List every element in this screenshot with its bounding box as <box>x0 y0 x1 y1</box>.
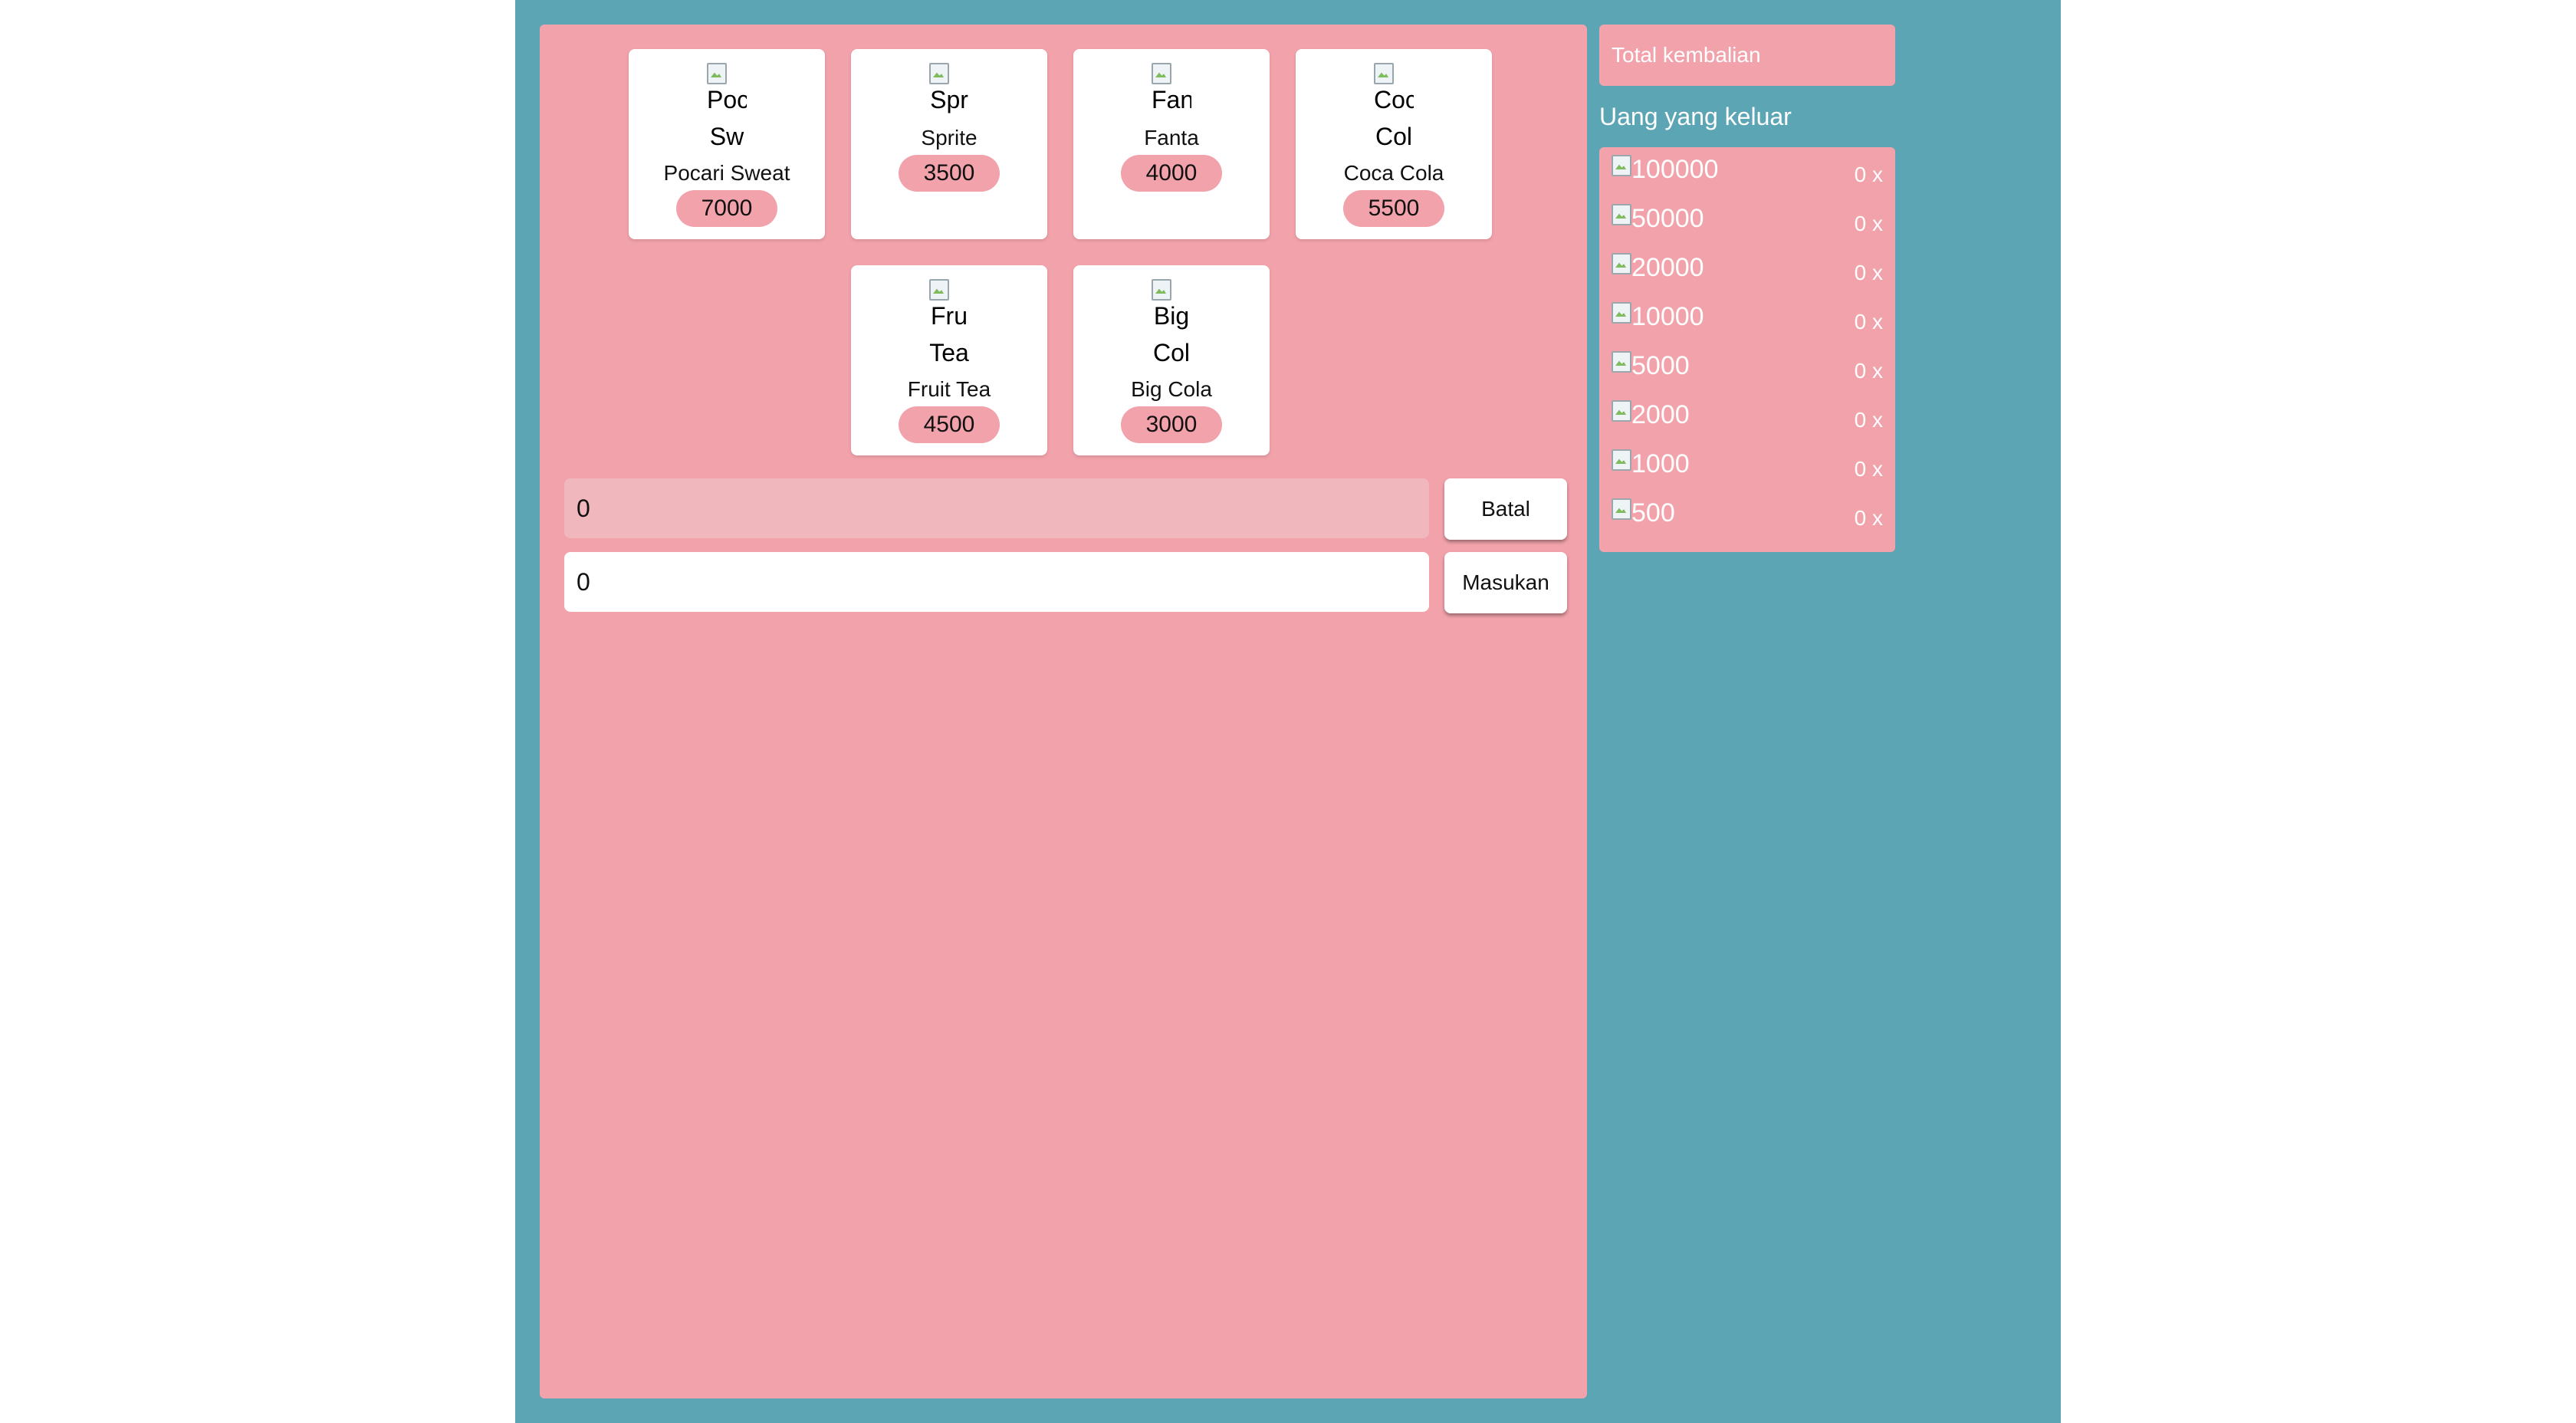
money-row-50000: 50000 0 x <box>1612 196 1883 242</box>
image-alt-text: Col <box>1375 123 1412 150</box>
broken-image-icon <box>1612 302 1631 325</box>
broken-image-icon <box>1152 279 1171 302</box>
money-row-1000: 1000 0 x <box>1612 442 1883 488</box>
image-alt-text: Fru <box>931 302 968 330</box>
product-image: Big Col <box>1073 279 1270 371</box>
money-row-10000: 10000 0 x <box>1612 294 1883 340</box>
broken-image-icon <box>1374 63 1394 86</box>
money-row-5000: 5000 0 x <box>1612 343 1883 389</box>
image-alt-text: Poc <box>707 86 747 113</box>
product-card-pocari-sweat[interactable]: Poc Sw Pocari Sweat 7000 <box>629 49 825 239</box>
insert-money-button[interactable]: Masukan <box>1444 552 1567 613</box>
broken-image-icon <box>1612 449 1631 472</box>
product-name: Coca Cola <box>1343 161 1444 185</box>
product-image: Fru Tea <box>851 279 1047 371</box>
image-alt-text: Fan <box>1152 86 1191 113</box>
banknote-alt-text: 5000 <box>1631 351 1690 380</box>
banknote-count: 0 x <box>1854 261 1883 284</box>
coin-image: 500 <box>1612 498 1675 528</box>
broken-image-icon <box>1152 63 1171 86</box>
coin-alt-text: 500 <box>1631 498 1675 527</box>
product-panel: Poc Sw Pocari Sweat 7000 Spr Sprite 3500 <box>540 25 1587 1398</box>
banknote-image: 50000 <box>1612 204 1704 234</box>
banknote-alt-text: 10000 <box>1631 302 1704 331</box>
banknote-alt-text: 50000 <box>1631 204 1704 233</box>
product-name: Pocari Sweat <box>663 161 790 185</box>
product-card-big-cola[interactable]: Big Col Big Cola 3000 <box>1073 265 1270 455</box>
broken-image-icon <box>929 63 949 86</box>
total-display-field: 0 <box>564 478 1429 538</box>
product-price: 4000 <box>1121 155 1222 192</box>
image-alt-text: Coc <box>1374 86 1414 113</box>
banknote-image: 5000 <box>1612 351 1690 381</box>
cancel-button[interactable]: Batal <box>1444 478 1567 540</box>
banknote-image: 10000 <box>1612 302 1704 332</box>
product-price: 4500 <box>899 406 1000 443</box>
money-output-list: 100000 0 x 50000 0 x 20000 0 x 10000 0 x… <box>1599 147 1895 552</box>
image-alt-text: Sw <box>709 123 744 150</box>
banknote-image: 100000 <box>1612 155 1718 185</box>
banknote-count: 0 x <box>1854 408 1883 432</box>
banknote-alt-text: 1000 <box>1631 449 1690 478</box>
banknote-image: 1000 <box>1612 449 1690 479</box>
broken-image-icon <box>1612 351 1631 374</box>
banknote-alt-text: 2000 <box>1631 400 1690 429</box>
image-alt-text: Col <box>1152 339 1190 366</box>
total-change-label: Total kembalian <box>1599 25 1895 86</box>
product-name: Fruit Tea <box>907 377 991 401</box>
banknote-count: 0 x <box>1854 359 1883 383</box>
broken-image-icon <box>1612 155 1631 178</box>
product-name: Big Cola <box>1131 377 1212 401</box>
product-price: 3000 <box>1121 406 1222 443</box>
money-row-100000: 100000 0 x <box>1612 147 1883 193</box>
product-price: 3500 <box>899 155 1000 192</box>
product-name: Fanta <box>1144 126 1199 150</box>
money-output-title: Uang yang keluar <box>1599 103 1792 130</box>
banknote-image: 2000 <box>1612 400 1690 430</box>
broken-image-icon <box>1612 400 1631 423</box>
money-row-2000: 2000 0 x <box>1612 393 1883 439</box>
banknote-count: 0 x <box>1854 212 1883 235</box>
product-card-fanta[interactable]: Fan Fanta 4000 <box>1073 49 1270 239</box>
image-alt-text: Tea <box>929 339 969 366</box>
image-alt-text: Spr <box>930 86 968 113</box>
money-row-500: 500 0 x <box>1612 491 1883 537</box>
broken-image-icon <box>1612 253 1631 276</box>
product-price: 5500 <box>1343 190 1444 227</box>
product-card-sprite[interactable]: Spr Sprite 3500 <box>851 49 1047 239</box>
product-card-fruit-tea[interactable]: Fru Tea Fruit Tea 4500 <box>851 265 1047 455</box>
image-alt-text: Big <box>1153 302 1190 330</box>
broken-image-icon <box>929 279 949 302</box>
product-name: Sprite <box>921 126 978 150</box>
money-row-20000: 20000 0 x <box>1612 245 1883 291</box>
product-price: 7000 <box>676 190 777 227</box>
banknote-alt-text: 20000 <box>1631 253 1704 282</box>
product-card-coca-cola[interactable]: Coc Col Coca Cola 5500 <box>1296 49 1492 239</box>
broken-image-icon <box>1612 498 1631 521</box>
banknote-count: 0 x <box>1854 310 1883 334</box>
banknote-alt-text: 100000 <box>1631 155 1719 184</box>
coin-count: 0 x <box>1854 506 1883 530</box>
broken-image-icon <box>707 63 727 86</box>
banknote-image: 20000 <box>1612 253 1704 283</box>
banknote-count: 0 x <box>1854 457 1883 481</box>
product-image: Coc Col <box>1296 63 1492 155</box>
broken-image-icon <box>1612 204 1631 227</box>
vending-machine-app: Poc Sw Pocari Sweat 7000 Spr Sprite 3500 <box>515 0 2061 1423</box>
banknote-count: 0 x <box>1854 163 1883 186</box>
product-image: Poc Sw <box>629 63 825 155</box>
money-input[interactable] <box>564 552 1429 612</box>
